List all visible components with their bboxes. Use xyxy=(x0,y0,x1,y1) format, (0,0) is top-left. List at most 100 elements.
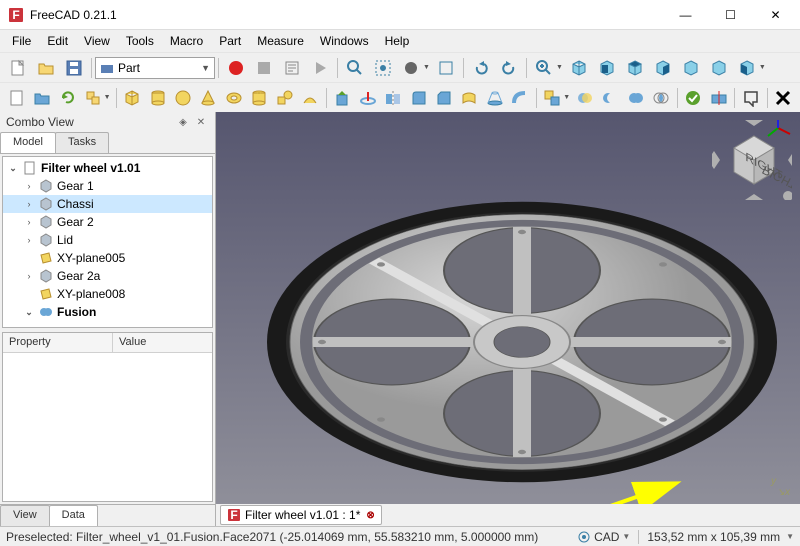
cylinder-icon[interactable] xyxy=(146,85,169,111)
nav-cube[interactable]: RIGHT RIGHT xyxy=(712,120,792,200)
tree-item-chassi[interactable]: ›Chassi xyxy=(3,195,212,213)
sphere-icon[interactable] xyxy=(171,85,194,111)
tree-item-xyplane008[interactable]: XY-plane008 xyxy=(3,285,212,303)
front-view-icon[interactable] xyxy=(594,55,620,81)
menu-tools[interactable]: Tools xyxy=(118,32,162,50)
viewport-3d[interactable]: RIGHT RIGHT y ↘x F Filter wheel v1.01 : … xyxy=(216,112,800,526)
open-file-button[interactable] xyxy=(33,55,59,81)
menu-view[interactable]: View xyxy=(76,32,118,50)
collapse-icon[interactable]: ⌄ xyxy=(23,307,35,318)
part-open-icon[interactable] xyxy=(30,85,53,111)
menu-edit[interactable]: Edit xyxy=(39,32,76,50)
maximize-button[interactable]: ☐ xyxy=(708,0,753,29)
mirror-icon[interactable] xyxy=(381,85,404,111)
union-icon[interactable] xyxy=(624,85,647,111)
close-toolbar-icon[interactable] xyxy=(772,85,795,111)
macro-stop-icon[interactable] xyxy=(251,55,277,81)
menu-windows[interactable]: Windows xyxy=(312,32,377,50)
chevron-down-icon[interactable]: ▼ xyxy=(759,64,766,71)
intersect-icon[interactable] xyxy=(649,85,672,111)
chevron-down-icon[interactable]: ▼ xyxy=(563,94,570,101)
tree-item-fusion[interactable]: ⌄Fusion xyxy=(3,303,212,321)
boolean-icon[interactable] xyxy=(573,85,596,111)
draw-style-icon[interactable] xyxy=(398,55,424,81)
minimize-button[interactable]: — xyxy=(663,0,708,29)
rear-view-icon[interactable] xyxy=(678,55,704,81)
macro-record-icon[interactable] xyxy=(223,55,249,81)
snap-mode[interactable]: CAD ▼ xyxy=(571,530,636,544)
fit-selection-icon[interactable] xyxy=(370,55,396,81)
macro-execute-icon[interactable] xyxy=(307,55,333,81)
tree-item-gear1[interactable]: ›Gear 1 xyxy=(3,177,212,195)
part-new-icon[interactable] xyxy=(5,85,28,111)
extrude-icon[interactable] xyxy=(331,85,354,111)
nav-cube-mini-icon[interactable] xyxy=(783,191,792,200)
tab-tasks[interactable]: Tasks xyxy=(55,132,109,153)
tree-item-lid[interactable]: ›Lid xyxy=(3,231,212,249)
cube-icon[interactable] xyxy=(120,85,143,111)
tree-item-gear2[interactable]: ›Gear 2 xyxy=(3,213,212,231)
tube-icon[interactable] xyxy=(248,85,271,111)
menu-help[interactable]: Help xyxy=(377,32,418,50)
col-value[interactable]: Value xyxy=(113,333,152,352)
part-link-button[interactable] xyxy=(81,85,104,111)
menu-measure[interactable]: Measure xyxy=(249,32,312,50)
cone-icon[interactable] xyxy=(197,85,220,111)
menu-file[interactable]: File xyxy=(4,32,39,50)
torus-icon[interactable] xyxy=(222,85,245,111)
chevron-down-icon[interactable]: ▼ xyxy=(423,64,430,71)
top-view-icon[interactable] xyxy=(622,55,648,81)
collapse-icon[interactable]: ⌄ xyxy=(7,163,19,174)
tab-model[interactable]: Model xyxy=(0,132,56,153)
sweep-icon[interactable] xyxy=(508,85,531,111)
fillet-icon[interactable] xyxy=(407,85,430,111)
undo-view-icon[interactable] xyxy=(468,55,494,81)
document-tab[interactable]: F Filter wheel v1.01 : 1* ⊗ xyxy=(220,505,382,525)
part-refresh-button[interactable] xyxy=(56,85,79,111)
close-button[interactable]: ✕ xyxy=(753,0,798,29)
new-file-button[interactable] xyxy=(5,55,31,81)
shapebuilder-icon[interactable] xyxy=(298,85,321,111)
bounding-box-icon[interactable] xyxy=(433,55,459,81)
panel-close-icon[interactable]: ✕ xyxy=(193,114,209,130)
revolve-icon[interactable] xyxy=(356,85,379,111)
chevron-down-icon[interactable]: ▼ xyxy=(104,94,111,101)
panel-float-icon[interactable]: ◈ xyxy=(175,114,191,130)
tree-item-xyplane005[interactable]: XY-plane005 xyxy=(3,249,212,267)
expand-icon[interactable]: › xyxy=(23,181,35,191)
check-geometry-icon[interactable] xyxy=(682,85,705,111)
whats-this-button[interactable] xyxy=(739,85,762,111)
tree-root[interactable]: ⌄ Filter wheel v1.01 xyxy=(3,159,212,177)
ruled-surface-icon[interactable] xyxy=(458,85,481,111)
cut-icon[interactable] xyxy=(599,85,622,111)
expand-icon[interactable]: › xyxy=(23,271,35,281)
expand-icon[interactable]: › xyxy=(23,199,35,209)
fit-all-icon[interactable] xyxy=(342,55,368,81)
workbench-select[interactable]: Part ▼ xyxy=(95,57,215,79)
tree-item-gear2a[interactable]: ›Gear 2a xyxy=(3,267,212,285)
chevron-down-icon[interactable]: ▼ xyxy=(786,532,794,541)
chamfer-icon[interactable] xyxy=(432,85,455,111)
save-file-button[interactable] xyxy=(61,55,87,81)
close-tab-icon[interactable]: ⊗ xyxy=(366,510,374,521)
right-view-icon[interactable] xyxy=(650,55,676,81)
macros-button[interactable] xyxy=(279,55,305,81)
loft-icon[interactable] xyxy=(483,85,506,111)
tab-view[interactable]: View xyxy=(0,505,50,526)
cut-section-button[interactable] xyxy=(707,85,730,111)
redo-view-icon[interactable] xyxy=(496,55,522,81)
menu-part[interactable]: Part xyxy=(211,32,249,50)
zoom-in-icon[interactable] xyxy=(531,55,557,81)
expand-icon[interactable]: › xyxy=(23,235,35,245)
chevron-down-icon[interactable]: ▼ xyxy=(556,64,563,71)
property-body[interactable] xyxy=(3,353,212,501)
expand-icon[interactable]: › xyxy=(23,217,35,227)
model-tree[interactable]: ⌄ Filter wheel v1.01 ›Gear 1 ›Chassi ›Ge… xyxy=(2,156,213,328)
menu-macro[interactable]: Macro xyxy=(162,32,211,50)
tab-data[interactable]: Data xyxy=(49,505,98,526)
bottom-view-icon[interactable] xyxy=(706,55,732,81)
left-view-icon[interactable] xyxy=(734,55,760,81)
iso-view-icon[interactable] xyxy=(566,55,592,81)
primitives-icon[interactable] xyxy=(273,85,296,111)
col-property[interactable]: Property xyxy=(3,333,113,352)
